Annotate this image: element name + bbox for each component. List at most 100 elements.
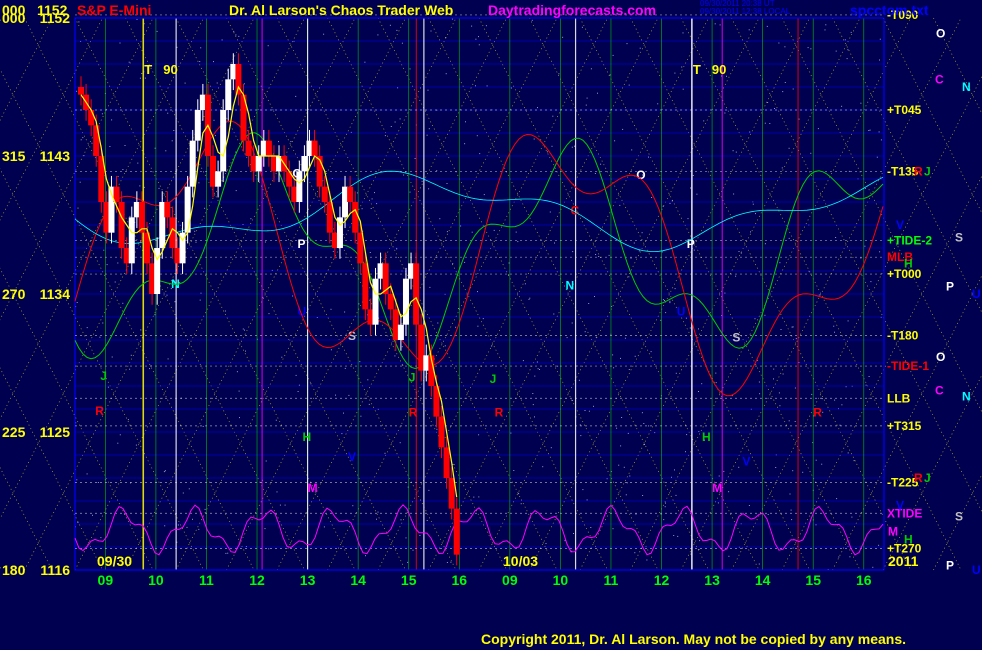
star-dot — [579, 424, 581, 426]
star-dot — [335, 394, 336, 396]
star-dot — [660, 319, 662, 321]
star-dot — [186, 526, 188, 528]
star-dot — [536, 361, 538, 363]
star-dot — [733, 193, 735, 195]
star-dot — [478, 36, 479, 38]
star-dot — [779, 262, 781, 264]
star-dot — [407, 561, 409, 563]
star-dot — [669, 202, 671, 204]
star-dot — [669, 302, 671, 304]
star-dot — [76, 479, 78, 481]
price-bar-body — [184, 186, 191, 233]
star-dot — [802, 471, 804, 473]
star-dot — [444, 345, 446, 347]
star-dot — [752, 203, 754, 205]
star-dot — [532, 393, 534, 394]
price-bar-body — [78, 87, 84, 95]
time-marker-value: 90 — [712, 62, 726, 77]
y-tick-price: 1116 — [40, 562, 70, 578]
star-dot — [864, 187, 866, 189]
star-dot — [446, 231, 448, 233]
price-bar-body — [194, 110, 201, 141]
star-dot — [557, 365, 559, 367]
star-dot — [473, 496, 475, 498]
star-dot — [642, 495, 644, 496]
star-dot — [242, 328, 244, 330]
star-dot — [370, 208, 372, 209]
star-dot — [790, 509, 792, 511]
star-dot — [696, 193, 698, 195]
star-dot — [141, 73, 143, 74]
side-glyph-r: R — [914, 471, 923, 485]
star-dot — [464, 143, 466, 145]
star-dot — [198, 528, 200, 530]
star-dot — [77, 207, 79, 209]
star-dot — [878, 544, 880, 546]
star-dot — [156, 30, 158, 32]
star-dot — [635, 513, 637, 515]
star-dot — [475, 85, 476, 87]
star-dot — [613, 367, 615, 369]
star-dot — [421, 180, 423, 182]
star-dot — [773, 378, 774, 380]
x-tick-label: 11 — [199, 572, 214, 588]
side-glyph-h: H — [904, 532, 913, 546]
star-dot — [264, 241, 266, 243]
side-glyph-c: C — [935, 72, 944, 86]
date-label-start: 09/30 — [97, 553, 132, 569]
star-dot — [594, 296, 595, 297]
star-dot — [100, 290, 102, 292]
star-dot — [533, 138, 535, 140]
star-dot — [597, 92, 598, 94]
star-dot — [580, 435, 582, 437]
plot-glyph-v: V — [348, 450, 356, 464]
level-label: -T180 — [887, 328, 919, 342]
price-bar-body — [215, 171, 222, 187]
star-dot — [750, 231, 751, 233]
star-dot — [478, 434, 480, 436]
star-dot — [699, 540, 701, 542]
side-glyph-o: O — [936, 350, 945, 364]
star-dot — [401, 346, 403, 348]
date-label-mid: 10/03 — [503, 553, 538, 569]
star-dot — [399, 442, 401, 444]
star-dot — [767, 102, 769, 103]
star-dot — [348, 394, 350, 396]
star-dot — [111, 356, 113, 358]
star-dot — [764, 243, 766, 245]
star-dot — [213, 61, 214, 63]
star-dot — [216, 82, 218, 84]
star-dot — [675, 494, 677, 496]
star-dot — [595, 254, 597, 255]
header-title: Dr. Al Larson's Chaos Trader Web — [229, 2, 454, 18]
star-dot — [847, 49, 849, 51]
star-dot — [268, 548, 270, 550]
star-dot — [182, 492, 184, 494]
star-dot — [267, 45, 269, 47]
star-dot — [158, 187, 160, 189]
star-dot — [665, 312, 667, 314]
star-dot — [781, 167, 783, 169]
price-bar-body — [347, 186, 354, 202]
star-dot — [295, 95, 297, 97]
star-dot — [524, 283, 526, 285]
star-dot — [483, 398, 485, 400]
star-dot — [368, 403, 370, 405]
price-bar-body — [397, 324, 404, 340]
plot-glyph-v: V — [742, 455, 750, 469]
star-dot — [517, 241, 519, 243]
star-dot — [515, 231, 517, 233]
star-dot — [365, 555, 366, 557]
star-dot — [479, 153, 481, 155]
star-dot — [106, 264, 108, 266]
header-file: spcctom.txt — [850, 2, 929, 18]
star-dot — [225, 552, 227, 554]
x-tick-label: 09 — [502, 572, 518, 588]
star-dot — [360, 415, 362, 417]
side-glyph-m: M — [888, 525, 898, 539]
star-dot — [359, 361, 361, 363]
star-dot — [674, 469, 675, 471]
star-dot — [238, 35, 240, 37]
side-glyph-v: V — [896, 218, 904, 232]
star-dot — [198, 182, 200, 184]
